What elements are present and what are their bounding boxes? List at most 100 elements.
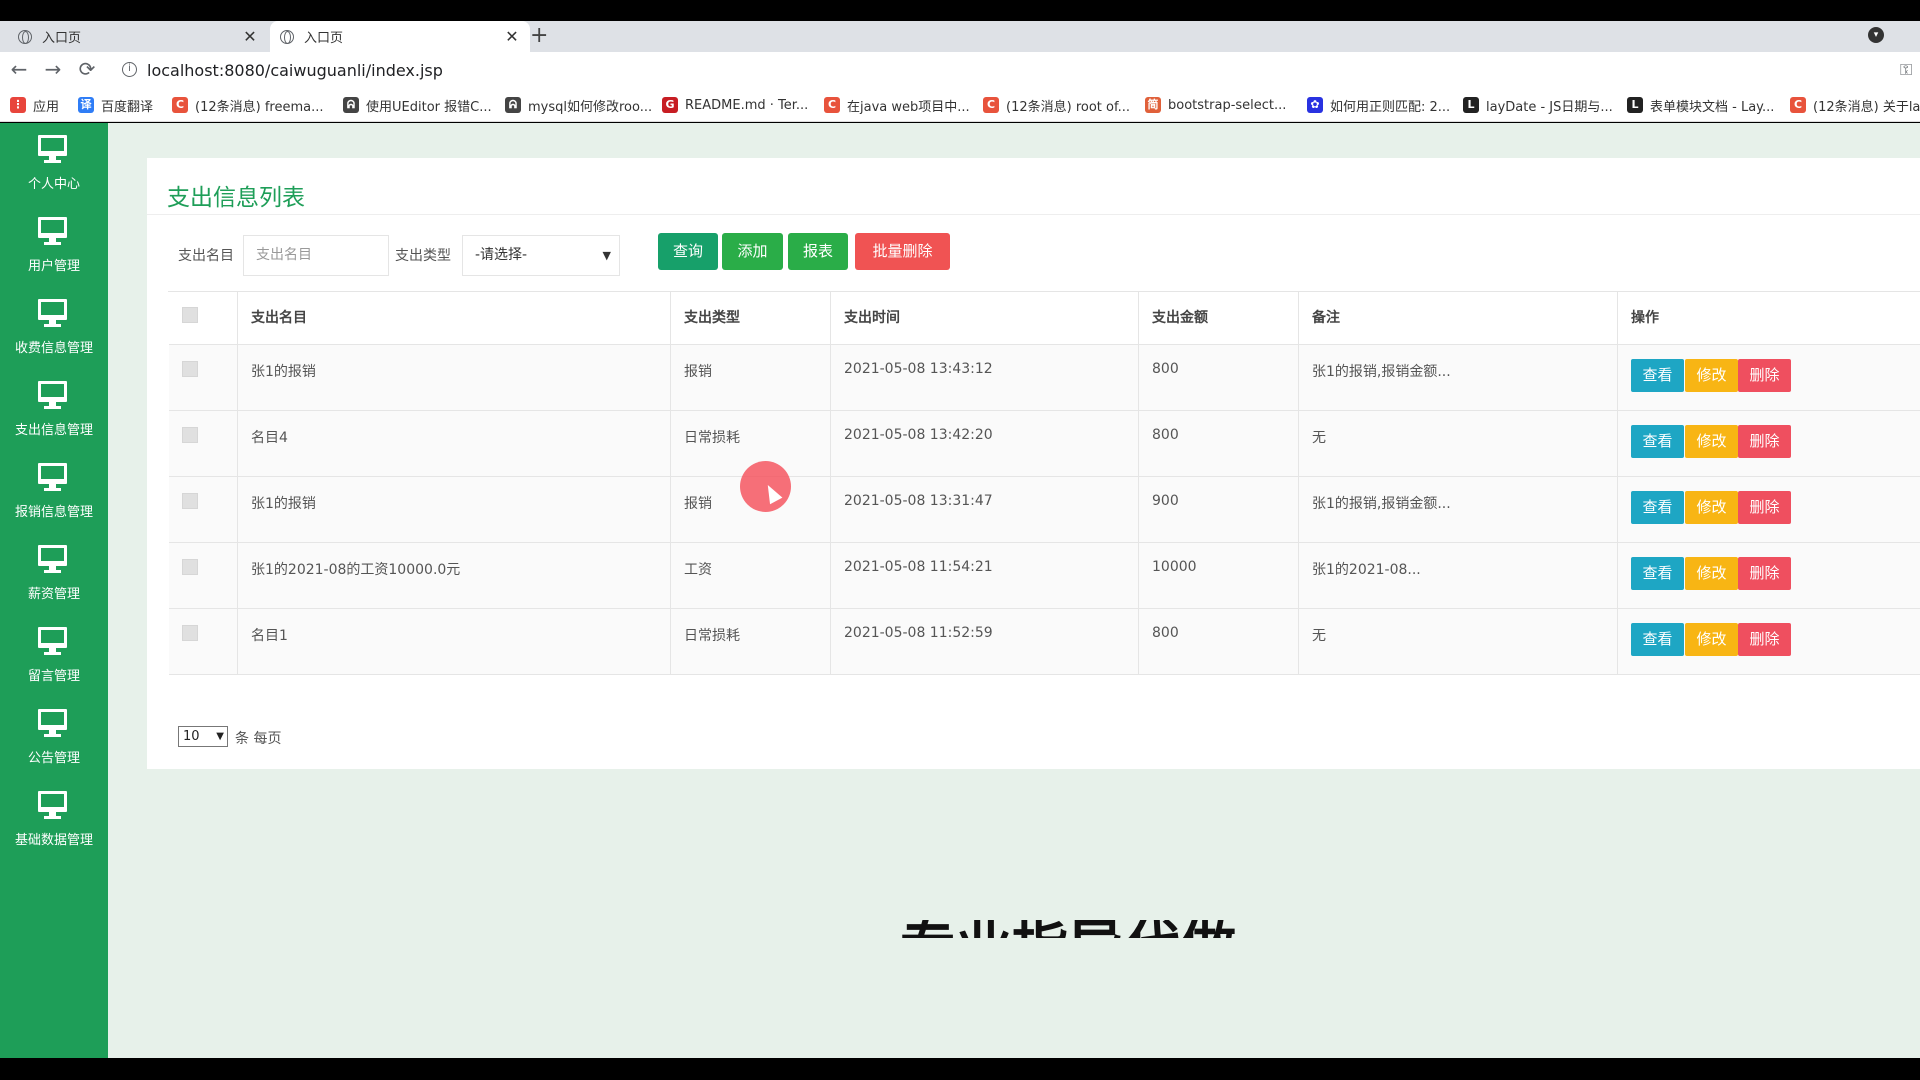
row-checkbox[interactable] [182, 493, 198, 509]
sidebar-item-label: 收费信息管理 [14, 341, 93, 356]
view-button[interactable]: 查看 [1631, 491, 1684, 524]
add-button[interactable]: 添加 [722, 233, 783, 270]
bookmark-item[interactable]: L 表单模块文档 - Lay... [1627, 95, 1774, 115]
bookmark-label: 使用UEditor 报错C... [366, 99, 492, 115]
sidebar-item[interactable]: 个人中心 [0, 123, 108, 205]
bookmark-label: mysql如何修改roo... [528, 99, 653, 115]
baidu-translate-icon: 译 [78, 97, 94, 113]
reload-icon[interactable]: ⟳ [75, 58, 99, 82]
bookmark-item[interactable]: ⋮ 应用 [10, 95, 59, 115]
sidebar-item-label: 公告管理 [27, 751, 80, 766]
sidebar-item[interactable]: 用户管理 [0, 205, 108, 287]
column-header: 操作 [1618, 292, 1920, 344]
sidebar-item[interactable]: 基础数据管理 [0, 779, 108, 861]
delete-button[interactable]: 删除 [1738, 425, 1791, 458]
browser-toolbar: ← → ⟳ i localhost:8080/caiwuguanli/index… [0, 52, 1920, 88]
cell-actions: 查看 修改 删除 [1618, 609, 1920, 674]
tab-title: 入口页 [42, 31, 82, 46]
delete-button[interactable]: 删除 [1738, 623, 1791, 656]
row-checkbox[interactable] [182, 559, 198, 575]
cell-name: 名目1 [238, 609, 671, 674]
delete-button[interactable]: 删除 [1738, 491, 1791, 524]
edit-button[interactable]: 修改 [1685, 359, 1738, 392]
name-filter-label: 支出名目 [178, 248, 234, 264]
column-header: 支出时间 [831, 292, 1139, 344]
back-icon[interactable]: ← [7, 58, 31, 82]
delete-button[interactable]: 删除 [1738, 557, 1791, 590]
cell-amount: 800 [1139, 411, 1299, 476]
type-filter-select[interactable]: -请选择- ▼ [462, 235, 620, 276]
row-checkbox[interactable] [182, 361, 198, 377]
bookmark-label: (12条消息) 关于lay [1813, 99, 1920, 115]
batch-delete-button[interactable]: 批量删除 [855, 233, 950, 270]
close-icon[interactable]: ✕ [242, 27, 258, 46]
chevron-down-icon: ▼ [216, 731, 224, 742]
bookmark-item[interactable]: ᕱ 使用UEditor 报错C... [343, 95, 492, 115]
browser-tab-active[interactable]: 入口页 ✕ [270, 21, 530, 52]
close-icon[interactable]: ✕ [504, 27, 520, 46]
bookmark-item[interactable]: C (12条消息) freema... [172, 95, 323, 115]
edit-button[interactable]: 修改 [1685, 425, 1738, 458]
screen: 入口页 ✕ 入口页 ✕ + ▾ ← → ⟳ i localhost:8080/c… [0, 0, 1920, 1080]
sidebar-item[interactable]: 薪资管理 [0, 533, 108, 615]
monitor-icon [38, 299, 67, 328]
sidebar-item[interactable]: 留言管理 [0, 615, 108, 697]
bookmark-item[interactable]: C (12条消息) root of... [983, 95, 1130, 115]
row-checkbox[interactable] [182, 427, 198, 443]
cell-actions: 查看 修改 删除 [1618, 345, 1920, 410]
sidebar-item-label: 留言管理 [27, 669, 80, 684]
bookmark-item[interactable]: C 在java web项目中... [824, 95, 970, 115]
sidebar-item-label: 个人中心 [27, 177, 80, 192]
forward-icon[interactable]: → [41, 58, 65, 82]
key-icon[interactable]: ⚿ [1900, 60, 1912, 80]
page-size-select[interactable]: 10 ▼ [178, 726, 228, 747]
bookmark-item[interactable]: LlayDate - JS日期与... [1463, 95, 1613, 115]
cell-actions: 查看 修改 删除 [1618, 477, 1920, 542]
cell-type: 报销 [671, 345, 831, 410]
edit-button[interactable]: 修改 [1685, 623, 1738, 656]
select-all-checkbox[interactable] [182, 307, 198, 323]
cell-name: 张1的报销 [238, 345, 671, 410]
info-icon[interactable]: i [122, 62, 137, 77]
search-button[interactable]: 查询 [658, 233, 718, 270]
new-tab-button[interactable]: + [530, 21, 550, 52]
edit-button[interactable]: 修改 [1685, 491, 1738, 524]
delete-button[interactable]: 删除 [1738, 359, 1791, 392]
baidu-icon: ✿ [1307, 97, 1323, 113]
bookmark-label: 百度翻译 [101, 99, 154, 115]
sidebar-item[interactable]: 报销信息管理 [0, 451, 108, 533]
name-filter-input[interactable]: 支出名目 [243, 235, 389, 276]
sidebar-item[interactable]: 公告管理 [0, 697, 108, 779]
sidebar-item[interactable]: 支出信息管理 [0, 369, 108, 451]
bookmark-label: README.md · Ter... [685, 97, 809, 113]
bookmark-item[interactable]: 简 bootstrap-select... [1145, 95, 1286, 115]
bookmark-item[interactable]: G README.md · Ter... [662, 95, 808, 115]
monitor-icon [38, 545, 67, 574]
bookmark-item[interactable]: C (12条消息) 关于lay [1790, 95, 1920, 115]
table-header: 支出名目 支出类型 支出时间 支出金额 备注 操作 [169, 292, 1920, 345]
bookmark-item[interactable]: ✿ 如何用正则匹配: 2... [1307, 95, 1450, 115]
edit-button[interactable]: 修改 [1685, 557, 1738, 590]
monitor-icon [38, 791, 67, 820]
table-row: 张1的2021-08的工资10000.0元 工资 2021-05-08 11:54:… [169, 543, 1920, 609]
view-button[interactable]: 查看 [1631, 623, 1684, 656]
bookmark-label: 表单模块文档 - Lay... [1650, 99, 1775, 115]
view-button[interactable]: 查看 [1631, 557, 1684, 590]
browser-tab[interactable]: 入口页 ✕ [8, 21, 268, 52]
bookmark-item[interactable]: 译百度翻译 [78, 95, 153, 115]
monitor-icon [38, 627, 67, 656]
cell-time: 2021-05-08 11:54:21 [831, 543, 1139, 608]
bookmark-item[interactable]: ᕱ mysql如何修改roo... [505, 95, 652, 115]
column-header: 支出类型 [671, 292, 831, 344]
row-checkbox[interactable] [182, 625, 198, 641]
layui-icon: L [1463, 97, 1479, 113]
monitor-icon [38, 463, 67, 492]
view-button[interactable]: 查看 [1631, 425, 1684, 458]
address-bar[interactable]: localhost:8080/caiwuguanli/index.jsp [147, 61, 443, 80]
tab-search-icon[interactable]: ▾ [1868, 27, 1884, 43]
report-button[interactable]: 报表 [788, 233, 848, 270]
view-button[interactable]: 查看 [1631, 359, 1684, 392]
sidebar: 个人中心用户管理收费信息管理支出信息管理 报销信息管理 薪资管理留言管理公告管理基础… [0, 123, 108, 1058]
sidebar-item[interactable]: 收费信息管理 [0, 287, 108, 369]
csdn-icon: C [983, 97, 999, 113]
